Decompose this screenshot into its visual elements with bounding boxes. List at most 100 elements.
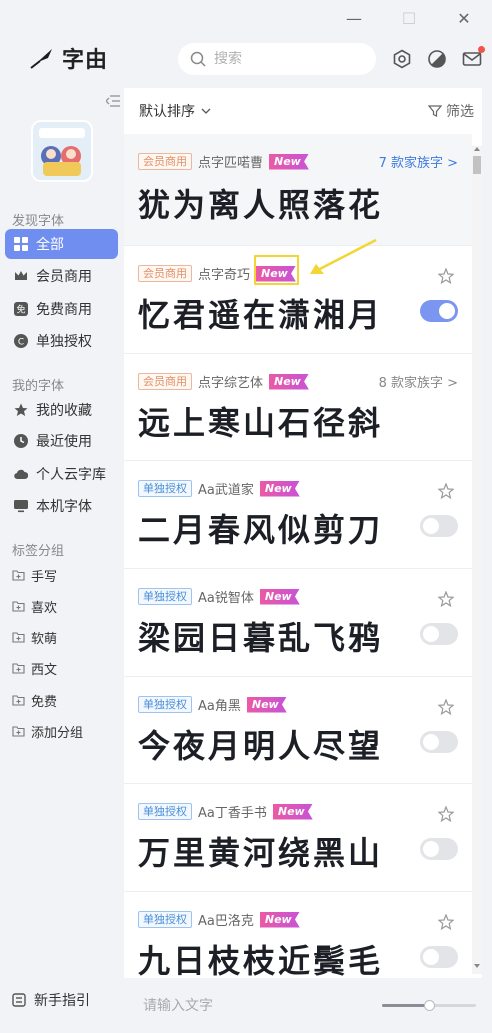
tag-item[interactable]: 软萌 — [12, 627, 57, 647]
scroll-up-icon[interactable] — [474, 147, 480, 151]
family-link[interactable]: 7 款家族字 > — [379, 152, 458, 171]
license-badge: 单独授权 — [138, 911, 192, 928]
discover-section-title: 发现字体 — [12, 214, 65, 229]
license-badge: 单独授权 — [138, 588, 192, 605]
family-link[interactable]: 8 款家族字 > — [379, 372, 458, 391]
svg-text:免: 免 — [16, 304, 25, 316]
filter-button[interactable]: 筛选 — [428, 101, 474, 121]
tag-item[interactable]: 喜欢 — [12, 596, 57, 616]
sidebar-item-label: 本机字体 — [36, 499, 92, 515]
font-card[interactable]: 单独授权 Aa巴洛克 New 九日枝枝近鬓毛 — [124, 892, 472, 978]
font-meta: 单独授权 Aa锐智体 New — [138, 587, 300, 606]
filter-icon — [428, 105, 442, 117]
font-meta: 单独授权 Aa武道家 New — [138, 479, 300, 498]
guide-button[interactable]: 新手指引 — [12, 990, 90, 1010]
favorite-star-icon[interactable] — [438, 806, 454, 822]
sort-label: 默认排序 — [139, 104, 195, 120]
font-card[interactable]: 单独授权 Aa武道家 New 二月春风似剪刀 — [124, 461, 472, 569]
tag-item[interactable]: 免费 — [12, 690, 57, 710]
font-meta: 单独授权 Aa角黑 New — [138, 695, 287, 714]
font-card[interactable]: 会员商用 点字匹喏曹 New 7 款家族字 > 犹为离人照落花 — [124, 134, 472, 246]
favorite-star-icon[interactable] — [438, 699, 454, 715]
license-badge: 会员商用 — [138, 153, 192, 170]
font-size-slider[interactable] — [382, 1000, 476, 1011]
guide-label: 新手指引 — [34, 993, 90, 1009]
activate-font-toggle[interactable] — [420, 838, 458, 860]
minimize-button[interactable]: — — [342, 6, 366, 30]
font-sample-text: 万里黄河绕黑山 — [138, 834, 384, 872]
messages-button[interactable] — [461, 46, 485, 70]
scrollbar[interactable] — [472, 146, 482, 974]
font-name: 点字综艺体 — [198, 376, 264, 391]
font-card[interactable]: 单独授权 Aa丁香手书 New 万里黄河绕黑山 — [124, 784, 472, 892]
sidebar-item-cloud[interactable]: 个人云字库 — [5, 459, 118, 489]
my-fonts-section-title: 我的字体 — [12, 379, 65, 394]
sidebar-item-all[interactable]: 全部 — [5, 229, 118, 259]
scrollbar-thumb[interactable] — [473, 156, 481, 174]
activate-font-toggle[interactable] — [420, 515, 458, 537]
favorite-star-icon[interactable] — [438, 914, 454, 930]
font-sample-text: 梁园日暮乱飞鸦 — [138, 619, 384, 657]
slider-handle[interactable] — [424, 1000, 435, 1011]
sidebar-item-local[interactable]: 本机字体 — [5, 491, 118, 521]
favorite-star-icon[interactable] — [438, 591, 454, 607]
sidebar-item-favorites[interactable]: 我的收藏 — [5, 395, 118, 425]
search-input[interactable] — [214, 51, 364, 67]
new-badge: New — [259, 911, 300, 928]
font-card[interactable]: 单独授权 Aa锐智体 New 梁园日暮乱飞鸦 — [124, 569, 472, 677]
tag-label: 免费 — [31, 694, 58, 710]
font-meta: 单独授权 Aa丁香手书 New — [138, 802, 313, 821]
add-group-button[interactable]: 添加分组 — [12, 721, 83, 741]
notification-dot — [478, 46, 485, 53]
clock-icon — [14, 434, 28, 448]
collapse-sidebar-icon[interactable] — [106, 95, 120, 107]
font-card[interactable]: 单独授权 Aa角黑 New 今夜月明人尽望 — [124, 677, 472, 784]
font-name: 点字奇巧 — [198, 268, 251, 283]
license-badge: 单独授权 — [138, 696, 192, 713]
svg-text:C: C — [18, 338, 24, 348]
new-badge: New — [246, 696, 287, 713]
favorite-star-icon[interactable] — [438, 268, 454, 284]
font-sample-text: 九日枝枝近鬓毛 — [138, 942, 384, 978]
settings-button[interactable] — [391, 48, 413, 70]
close-button[interactable]: ✕ — [452, 6, 476, 30]
sidebar-item-recent[interactable]: 最近使用 — [5, 426, 118, 456]
new-tag-highlight — [254, 255, 299, 285]
scroll-down-icon[interactable] — [474, 964, 480, 968]
activate-font-toggle[interactable] — [420, 300, 458, 322]
sidebar-item-label: 最近使用 — [36, 434, 92, 450]
font-card[interactable]: 会员商用 点字综艺体 New 8 款家族字 > 远上寒山石径斜 — [124, 354, 472, 461]
sidebar-item-license[interactable]: C 单独授权 — [5, 326, 118, 356]
avatar[interactable] — [31, 120, 93, 182]
activate-font-toggle[interactable] — [420, 730, 458, 753]
preview-text-input[interactable] — [133, 989, 370, 1023]
search-box[interactable] — [178, 43, 376, 75]
gear-icon — [393, 49, 411, 69]
activate-font-toggle[interactable] — [420, 946, 458, 968]
tag-label: 西文 — [31, 662, 58, 678]
sidebar-item-label: 个人云字库 — [36, 467, 106, 483]
tag-label: 喜欢 — [31, 600, 58, 616]
tag-item[interactable]: 西文 — [12, 658, 57, 678]
favorite-star-icon[interactable] — [438, 483, 454, 499]
sidebar-item-vip[interactable]: 会员商用 — [5, 261, 118, 291]
sort-dropdown[interactable]: 默认排序 — [139, 101, 211, 121]
folder-plus-icon — [12, 726, 25, 737]
tag-label: 软萌 — [31, 631, 58, 647]
cloud-icon — [14, 469, 28, 480]
theme-button[interactable] — [426, 48, 448, 70]
activate-font-toggle[interactable] — [420, 623, 458, 645]
sidebar-item-free[interactable]: 免 免费商用 — [5, 294, 118, 324]
font-sample-text: 犹为离人照落花 — [138, 186, 384, 224]
maximize-button[interactable]: ☐ — [397, 6, 421, 30]
chevron-down-icon — [201, 108, 211, 114]
quill-icon — [30, 49, 52, 69]
tag-item[interactable]: 手写 — [12, 565, 57, 585]
search-icon — [190, 51, 206, 67]
theme-toggle-icon — [428, 50, 446, 68]
font-sample-text: 忆君遥在潇湘月 — [138, 296, 384, 334]
sidebar-item-label: 全部 — [36, 237, 64, 253]
grid-icon — [14, 237, 28, 251]
license-icon: C — [14, 334, 28, 348]
tag-label: 添加分组 — [31, 725, 84, 741]
